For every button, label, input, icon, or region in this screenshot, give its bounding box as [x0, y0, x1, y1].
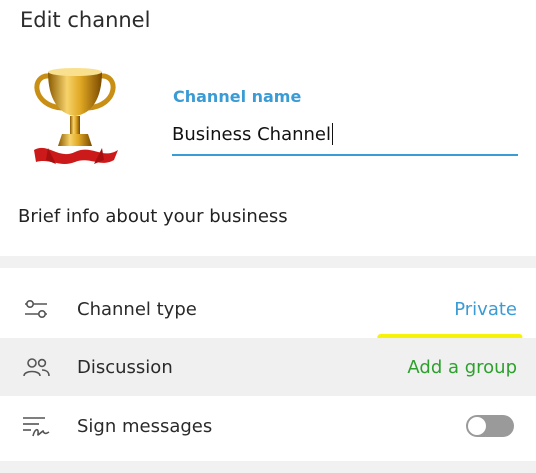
users-icon [20, 353, 52, 381]
channel-description-input[interactable]: Brief info about your business [18, 206, 288, 227]
sliders-icon [20, 295, 52, 323]
channel-name-label: Channel name [173, 87, 302, 106]
channel-type-value[interactable]: Private [454, 299, 517, 320]
channel-name-input[interactable]: Business Channel [172, 114, 518, 156]
signature-icon [20, 412, 52, 440]
discussion-row[interactable]: Discussion Add a group [0, 338, 536, 396]
section-divider [0, 256, 536, 268]
sign-messages-label: Sign messages [77, 415, 213, 437]
add-group-link[interactable]: Add a group [407, 357, 517, 378]
sign-messages-toggle[interactable] [466, 415, 514, 437]
sign-messages-row[interactable]: Sign messages [0, 397, 536, 455]
channel-avatar[interactable] [28, 64, 122, 170]
toggle-knob [468, 417, 486, 435]
discussion-label: Discussion [77, 356, 173, 378]
channel-name-value: Business Channel [172, 123, 331, 145]
page-title: Edit channel [20, 8, 151, 32]
trophy-icon [34, 68, 118, 164]
text-cursor [332, 123, 333, 145]
section-divider-bottom [0, 461, 536, 473]
channel-type-label: Channel type [77, 298, 197, 320]
channel-type-row[interactable]: Channel type Private [0, 280, 536, 338]
